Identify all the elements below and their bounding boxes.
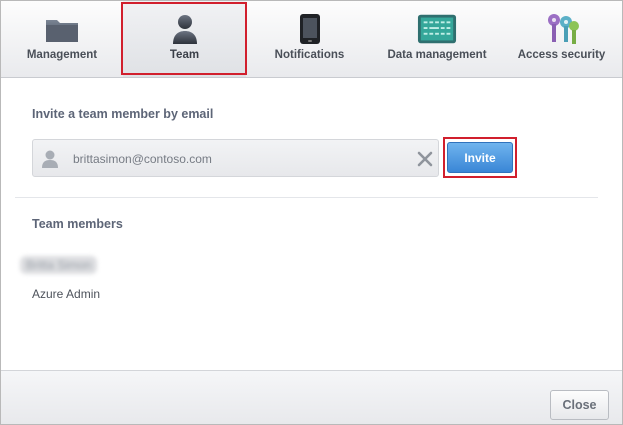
dialog-footer: Close (1, 370, 622, 424)
tab-notifications[interactable]: Notifications (246, 1, 373, 77)
tab-notifications-label: Notifications (274, 49, 345, 61)
clear-icon[interactable] (417, 151, 433, 172)
tab-access-security[interactable]: Access security (501, 1, 622, 77)
tab-data-management-label: Data management (387, 49, 487, 61)
email-field-value: brittasimon@contoso.com (73, 152, 212, 166)
tab-management[interactable]: Management (1, 1, 123, 77)
email-field[interactable]: brittasimon@contoso.com (32, 139, 439, 177)
keys-icon (542, 12, 582, 46)
user-icon (41, 149, 59, 174)
tab-team-label: Team (169, 49, 200, 61)
team-member-redacted: Britta Simon (20, 256, 98, 274)
tab-data-management[interactable]: Data management (373, 1, 501, 77)
tab-bar: Management Team Notifications Data manag… (1, 1, 622, 78)
close-button[interactable]: Close (550, 390, 609, 420)
tab-team[interactable]: Team (123, 1, 246, 77)
team-dialog: Management Team Notifications Data manag… (0, 0, 623, 425)
tab-access-security-label: Access security (517, 49, 606, 61)
section-divider (15, 197, 598, 198)
invite-button[interactable]: Invite (447, 142, 513, 173)
tab-management-label: Management (26, 49, 98, 61)
person-icon (165, 12, 205, 46)
team-members-title: Team members (32, 217, 123, 231)
terminal-icon (417, 12, 457, 46)
phone-icon (290, 12, 330, 46)
folder-icon (42, 12, 82, 46)
invite-section-title: Invite a team member by email (32, 107, 214, 121)
team-member: Azure Admin (32, 287, 101, 301)
